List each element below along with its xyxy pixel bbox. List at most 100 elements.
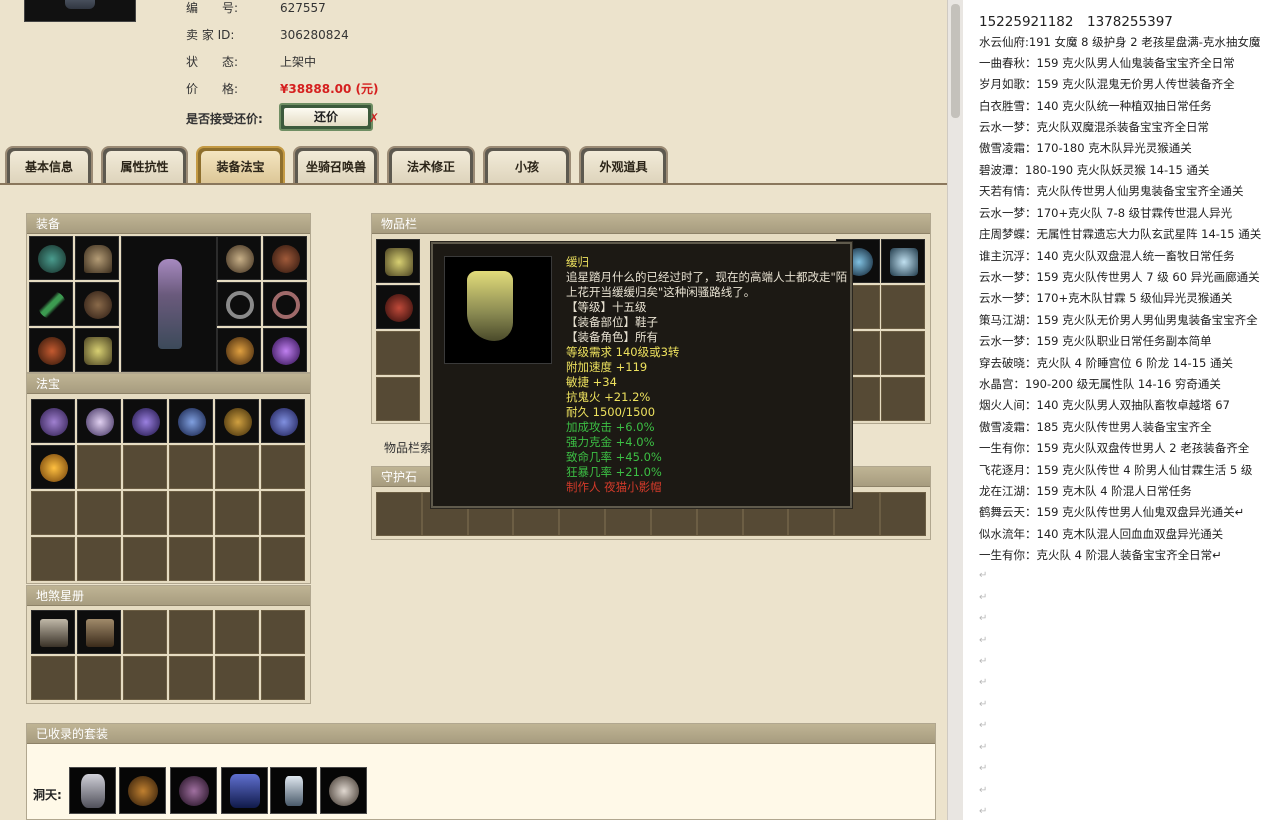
equip-slot-ornament-1[interactable]	[217, 236, 261, 280]
empty-slot[interactable]	[261, 537, 305, 581]
empty-slot[interactable]	[215, 537, 259, 581]
empty-slot[interactable]	[881, 331, 925, 375]
treasure-slot[interactable]	[123, 399, 167, 443]
tab-appearance[interactable]: 外观道具	[579, 146, 668, 184]
equip-slot-ring-2[interactable]	[263, 282, 307, 326]
empty-slot[interactable]	[77, 656, 121, 700]
empty-slot[interactable]	[77, 537, 121, 581]
note-line: 飞花逐月：159 克火队传世 4 阶男人仙甘霖生活 5 级	[979, 463, 1253, 477]
equip-slot-weapon[interactable]	[29, 282, 73, 326]
scrollbar-thumb[interactable]	[951, 4, 960, 118]
suit-item[interactable]	[170, 767, 217, 814]
tab-basic-info[interactable]: 基本信息	[5, 146, 93, 184]
empty-slot[interactable]	[881, 285, 925, 329]
empty-slot[interactable]	[261, 445, 305, 489]
empty-slot[interactable]	[123, 537, 167, 581]
empty-slot[interactable]	[123, 491, 167, 535]
equip-slot-jewel[interactable]	[217, 328, 261, 372]
note-line: 一曲春秋：159 克火队男人仙鬼装备宝宝齐全日常	[979, 56, 1235, 70]
empty-slot[interactable]	[215, 610, 259, 654]
equip-slot-ring-1[interactable]	[217, 282, 261, 326]
tab-children[interactable]: 小孩	[483, 146, 571, 184]
collected-suits-panel: 已收录的套装 洞天:	[26, 723, 936, 820]
empty-slot[interactable]	[215, 656, 259, 700]
suit-item[interactable]	[270, 767, 317, 814]
empty-slot[interactable]	[261, 610, 305, 654]
note-line: 龙在江湖：159 克木队 4 阶混人日常任务	[979, 484, 1192, 498]
empty-slot[interactable]	[31, 491, 75, 535]
empty-slot[interactable]	[169, 537, 213, 581]
empty-slot[interactable]	[880, 492, 926, 536]
empty-slot[interactable]	[169, 656, 213, 700]
suit-item[interactable]	[119, 767, 166, 814]
empty-slot[interactable]	[31, 656, 75, 700]
equip-slot-boots[interactable]	[75, 328, 119, 372]
equip-slot-ornament-2[interactable]	[263, 236, 307, 280]
suit-item[interactable]	[320, 767, 367, 814]
empty-slot[interactable]	[376, 331, 420, 375]
empty-slot[interactable]	[123, 445, 167, 489]
empty-slot[interactable]	[169, 610, 213, 654]
note-line: 云水一梦：159 克火队传世男人 7 级 60 异光画廊通关	[979, 270, 1260, 284]
equip-slot-belt[interactable]	[29, 328, 73, 372]
item-name: 缓归	[566, 255, 589, 269]
treasure-slot[interactable]	[77, 399, 121, 443]
tab-mounts-pets[interactable]: 坐骑召唤兽	[293, 146, 379, 184]
equip-slot-armor[interactable]	[75, 282, 119, 326]
reject-mark-icon: ✗	[369, 111, 380, 125]
boots-image	[65, 0, 95, 9]
offer-label: 是否接受还价:	[186, 112, 263, 126]
treasure-icon	[270, 408, 298, 436]
inventory-slot[interactable]	[881, 239, 925, 283]
empty-slot[interactable]	[215, 445, 259, 489]
seller-label: 卖 家 ID:	[186, 28, 235, 42]
ornament-icon	[226, 245, 254, 273]
return-mark: ↵	[979, 806, 988, 817]
item-tooltip: 缓归 追星踏月什么的已经过时了，现在的高端人士都改走"陌上花开当缓缓归矣"这种闲…	[431, 242, 852, 508]
empty-slot[interactable]	[123, 610, 167, 654]
ring-icon	[272, 291, 300, 319]
counter-offer-button[interactable]: 还价	[279, 103, 373, 131]
price-row: 价 格: ¥38888.00 (元)	[186, 80, 379, 97]
treasure-slot[interactable]	[169, 399, 213, 443]
star-card-slot[interactable]	[77, 610, 121, 654]
empty-slot[interactable]	[123, 656, 167, 700]
treasure-slot[interactable]	[215, 399, 259, 443]
note-line: 岁月如歌：159 克火队混鬼无价男人传世装备齐全	[979, 77, 1235, 91]
stat-frenzy: 狂暴几率 +21.0%	[566, 465, 662, 479]
tab-attributes[interactable]: 属性抗性	[101, 146, 188, 184]
empty-slot[interactable]	[215, 491, 259, 535]
star-card-slot[interactable]	[31, 610, 75, 654]
return-mark: ↵	[979, 785, 988, 796]
empty-slot[interactable]	[31, 537, 75, 581]
suit-item[interactable]	[221, 767, 268, 814]
empty-slot[interactable]	[261, 491, 305, 535]
tab-equipment[interactable]: 装备法宝	[196, 146, 285, 184]
empty-slot[interactable]	[881, 377, 925, 421]
empty-slot[interactable]	[77, 445, 121, 489]
stat-crit: 致命几率 +45.0%	[566, 450, 662, 464]
empty-slot[interactable]	[77, 491, 121, 535]
return-mark: ↵	[979, 635, 988, 646]
treasure-slot[interactable]	[31, 399, 75, 443]
suit-item[interactable]	[69, 767, 116, 814]
note-line: 天若有情：克火队传世男人仙男鬼装备宝宝齐全通关	[979, 184, 1244, 198]
page-scrollbar[interactable]	[947, 0, 963, 820]
magic-treasure-panel: 法宝	[26, 373, 311, 584]
inventory-slot[interactable]	[376, 239, 420, 283]
empty-slot[interactable]	[376, 492, 422, 536]
trade-detail-page: 编 号: 627557 卖 家 ID: 306280824 状 态: 上架中 价 格:…	[0, 0, 947, 820]
empty-slot[interactable]	[169, 445, 213, 489]
equip-slot-orb[interactable]	[263, 328, 307, 372]
equip-slot-hat[interactable]	[75, 236, 119, 280]
empty-slot[interactable]	[376, 377, 420, 421]
treasure-slot[interactable]	[31, 445, 75, 489]
equip-slot-necklace[interactable]	[29, 236, 73, 280]
inventory-title: 物品栏	[372, 214, 930, 234]
empty-slot[interactable]	[261, 656, 305, 700]
tab-spell-mod[interactable]: 法术修正	[387, 146, 475, 184]
equipment-panel: 装备	[26, 213, 311, 373]
treasure-slot[interactable]	[261, 399, 305, 443]
empty-slot[interactable]	[169, 491, 213, 535]
inventory-slot[interactable]	[376, 285, 420, 329]
